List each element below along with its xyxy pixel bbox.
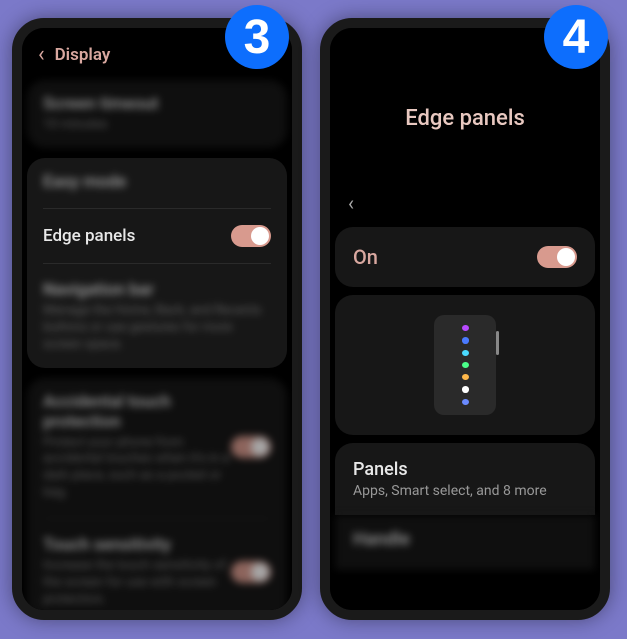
on-toggle[interactable] [537, 246, 577, 268]
color-dot [462, 362, 469, 368]
touch-sens-toggle[interactable] [231, 561, 271, 583]
accidental-toggle[interactable] [231, 436, 271, 458]
step-badge-3: 3 [225, 5, 289, 69]
edge-panels-title: Edge panels [43, 226, 135, 246]
screen-timeout-section[interactable]: Screen timeout 10 minutes [27, 80, 287, 148]
accidental-touch-row[interactable]: Accidental touch protection Protect your… [43, 392, 271, 515]
accidental-title: Accidental touch protection [43, 392, 231, 432]
color-dot [462, 325, 469, 331]
color-dot [462, 374, 469, 380]
easy-mode-row[interactable]: Easy mode [43, 172, 271, 204]
screen-right: Edge panels ‹ On Panels Apps, Smart sele… [330, 28, 600, 610]
divider [43, 518, 271, 519]
color-dot [462, 386, 469, 392]
panels-row[interactable]: Panels Apps, Smart select, and 8 more [335, 443, 595, 515]
color-dot [462, 337, 469, 343]
touch-sens-sub: Increase the touch sensitivity of the sc… [43, 558, 231, 609]
touch-sens-title: Touch sensitivity [43, 535, 231, 555]
handle-row[interactable]: Handle [335, 515, 595, 570]
page-title: Display [55, 45, 111, 65]
easy-mode-title: Easy mode [43, 172, 126, 192]
divider [43, 263, 271, 264]
panels-title: Panels [353, 459, 577, 480]
phone-right: Edge panels ‹ On Panels Apps, Smart sele… [320, 18, 610, 620]
screen-timeout-title: Screen timeout [43, 94, 271, 114]
phone-left: ‹ Display Screen timeout 10 minutes Easy… [12, 18, 302, 620]
touch-section: Accidental touch protection Protect your… [27, 378, 287, 610]
divider [43, 208, 271, 209]
preview-handle-icon [496, 331, 499, 355]
nav-bar-sub: Manage the Home, Back, and Recents butto… [43, 303, 271, 354]
navigation-bar-row[interactable]: Navigation bar Manage the Home, Back, an… [43, 268, 271, 354]
color-dot [462, 399, 469, 405]
touch-sensitivity-row[interactable]: Touch sensitivity Increase the touch sen… [43, 523, 271, 609]
panels-sub: Apps, Smart select, and 8 more [353, 483, 577, 499]
color-dot [462, 350, 469, 356]
step-badge-4: 4 [544, 5, 608, 69]
nav-bar-title: Navigation bar [43, 280, 271, 300]
edge-panels-row[interactable]: Edge panels [43, 213, 271, 259]
panel-preview-section[interactable] [335, 295, 595, 435]
screen-timeout-sub: 10 minutes [43, 117, 271, 134]
accidental-sub: Protect your phone from accidental touch… [43, 435, 231, 503]
on-toggle-row[interactable]: On [335, 227, 595, 287]
panel-preview-box [434, 315, 496, 415]
handle-title: Handle [353, 529, 577, 550]
edge-panels-toggle[interactable] [231, 225, 271, 247]
on-label: On [353, 245, 378, 269]
screen-left: ‹ Display Screen timeout 10 minutes Easy… [22, 28, 292, 610]
back-icon[interactable]: ‹ [38, 44, 45, 66]
back-chevron-icon[interactable]: ‹ [330, 191, 600, 227]
edge-section: Easy mode Edge panels Navigation bar Man… [27, 158, 287, 368]
